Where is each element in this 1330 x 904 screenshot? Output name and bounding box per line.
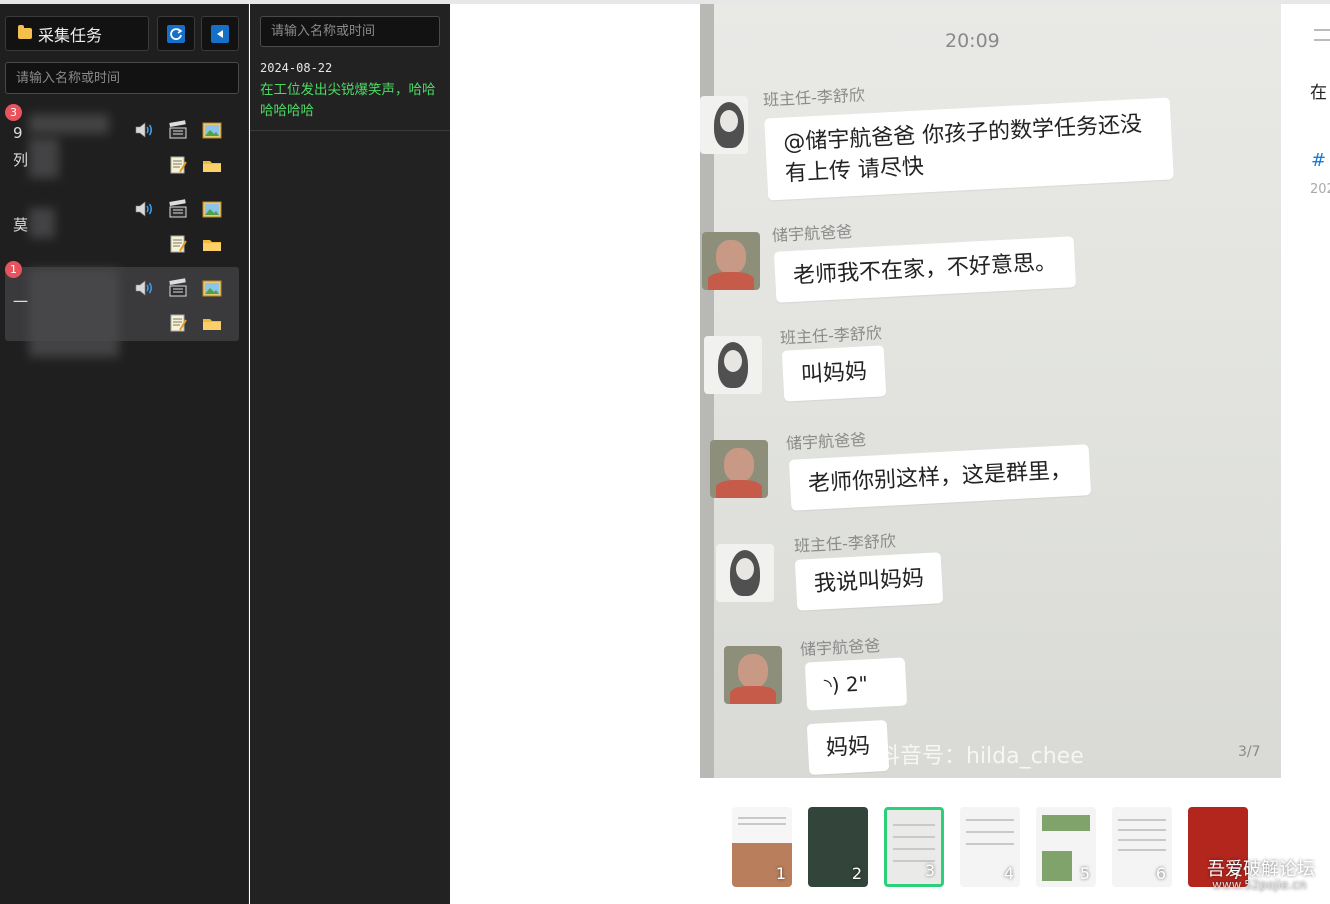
message-sender: 储宇航爸爸 — [771, 221, 853, 246]
close-icon[interactable] — [1310, 20, 1330, 50]
text-icon[interactable] — [167, 233, 189, 255]
voice-duration: 2" — [845, 671, 869, 697]
message-bubble: 叫妈妈 — [781, 345, 887, 402]
page-indicator: 3/7 — [1238, 744, 1261, 760]
thumb-text-line — [893, 848, 935, 850]
thumbnail-number: 5 — [1079, 864, 1090, 883]
task-badge: 1 — [5, 261, 22, 278]
thumbnail-number: 6 — [1155, 864, 1166, 883]
message-sender: 储宇航爸爸 — [799, 635, 881, 660]
detail-hashtag[interactable]: # — [1311, 150, 1326, 171]
image-icon[interactable] — [201, 198, 223, 220]
thumbnail-number: 3 — [924, 861, 935, 880]
folder-icon — [18, 25, 32, 39]
thumb-text-line — [893, 836, 935, 838]
thumbnail-number: 4 — [1003, 864, 1014, 883]
task-badge: 3 — [5, 104, 22, 121]
detail-date: 202 — [1310, 182, 1330, 197]
folder-icon[interactable] — [201, 154, 223, 176]
collapse-button[interactable] — [201, 16, 239, 51]
message-bubble: 老师我不在家，不好意思。 — [773, 236, 1077, 303]
thumb-text-line — [966, 819, 1014, 821]
thumbnail-number: 2 — [851, 864, 862, 883]
message-sender: 班主任-李舒欣 — [793, 531, 897, 556]
thumb-text-line — [893, 824, 935, 826]
thumb-photo — [1042, 851, 1072, 881]
thumb-text-line — [738, 823, 786, 825]
task-item[interactable]: 3 9 列 — [5, 104, 239, 178]
image-icon[interactable] — [201, 277, 223, 299]
results-panel: 2024-08-22 在工位发出尖锐爆笑声，哈哈哈哈哈哈 — [250, 4, 450, 904]
thumb-text-line — [966, 843, 1014, 845]
parent-avatar — [724, 646, 782, 704]
teacher-avatar — [704, 336, 762, 394]
redacted-name — [29, 138, 59, 178]
task-search-input[interactable] — [5, 62, 239, 94]
thumb-text-line — [1118, 829, 1166, 831]
audio-icon[interactable] — [133, 198, 155, 220]
chat-screenshot: 20:09 班主任-李舒欣 @储宇航爸爸 你孩子的数学任务还没有上传 请尽快 储… — [700, 4, 1281, 778]
task-list-title-button[interactable]: 采集任务 — [5, 16, 149, 51]
chat-time: 20:09 — [945, 30, 1000, 52]
video-icon[interactable] — [167, 119, 189, 141]
thumbnail[interactable]: 4 — [960, 807, 1020, 887]
text-icon[interactable] — [167, 154, 189, 176]
message-sender: 班主任-李舒欣 — [779, 323, 883, 348]
teacher-avatar — [716, 544, 774, 602]
message-bubble: 妈妈 — [806, 719, 890, 776]
text-icon[interactable] — [167, 312, 189, 334]
result-item[interactable]: 2024-08-22 在工位发出尖锐爆笑声，哈哈哈哈哈哈 — [250, 56, 450, 131]
task-list-title: 采集任务 — [38, 25, 103, 45]
redacted-name — [29, 114, 109, 134]
voice-message: ◝) 2" — [804, 657, 908, 711]
message-bubble: 我说叫妈妈 — [794, 552, 944, 611]
result-date: 2024-08-22 — [260, 61, 333, 75]
task-name: 一 — [13, 293, 29, 311]
task-item-selected[interactable]: 1 一 — [5, 261, 239, 357]
result-title: 在工位发出尖锐爆笑声，哈哈哈哈哈哈 — [260, 82, 436, 119]
thumb-text-line — [966, 831, 1014, 833]
collapse-left-icon — [211, 24, 229, 43]
message-bubble: 老师你别这样，这是群里， — [788, 444, 1092, 511]
task-name: 9 列 — [13, 124, 29, 169]
refresh-icon — [167, 24, 185, 43]
video-icon[interactable] — [167, 198, 189, 220]
message-sender: 班主任-李舒欣 — [762, 85, 866, 110]
thumbnail-number: 1 — [775, 864, 786, 883]
parent-avatar — [710, 440, 768, 498]
audio-icon[interactable] — [133, 277, 155, 299]
thumbnail[interactable]: 1 — [732, 807, 792, 887]
thumbnail[interactable]: 5 — [1036, 807, 1096, 887]
message-bubble: @储宇航爸爸 你孩子的数学任务还没有上传 请尽快 — [764, 97, 1174, 201]
video-watermark: 抖音号：hilda_chee — [878, 744, 1084, 769]
thumb-text-line — [738, 817, 786, 819]
thumb-text-line — [1118, 839, 1166, 841]
message-sender: 储宇航爸爸 — [785, 429, 867, 454]
parent-avatar — [702, 232, 760, 290]
folder-icon[interactable] — [201, 233, 223, 255]
thumb-text-line — [1118, 849, 1166, 851]
folder-icon[interactable] — [201, 312, 223, 334]
task-sidebar: 采集任务 3 9 列 莫 — [0, 4, 249, 904]
redacted-name — [29, 208, 55, 238]
image-icon[interactable] — [201, 119, 223, 141]
site-watermark-url: www.52pojie.cn — [1212, 878, 1307, 892]
teacher-avatar — [700, 96, 748, 154]
audio-icon[interactable] — [133, 119, 155, 141]
thumbnail[interactable]: 2 — [808, 807, 868, 887]
task-item[interactable]: 莫 — [5, 186, 239, 260]
main-image-viewer[interactable]: 20:09 班主任-李舒欣 @储宇航爸爸 你孩子的数学任务还没有上传 请尽快 储… — [700, 4, 1281, 778]
refresh-button[interactable] — [157, 16, 195, 51]
voice-wave-icon: ◝) — [823, 672, 841, 698]
redacted-name — [29, 269, 119, 357]
thumb-photo — [1042, 815, 1090, 831]
video-icon[interactable] — [167, 277, 189, 299]
result-search-input[interactable] — [260, 16, 440, 47]
thumb-text-line — [1118, 819, 1166, 821]
task-name: 莫 — [13, 216, 29, 234]
thumbnail[interactable]: 6 — [1112, 807, 1172, 887]
detail-text: 在 — [1310, 83, 1327, 103]
thumbnail-active[interactable]: 3 — [884, 807, 944, 887]
